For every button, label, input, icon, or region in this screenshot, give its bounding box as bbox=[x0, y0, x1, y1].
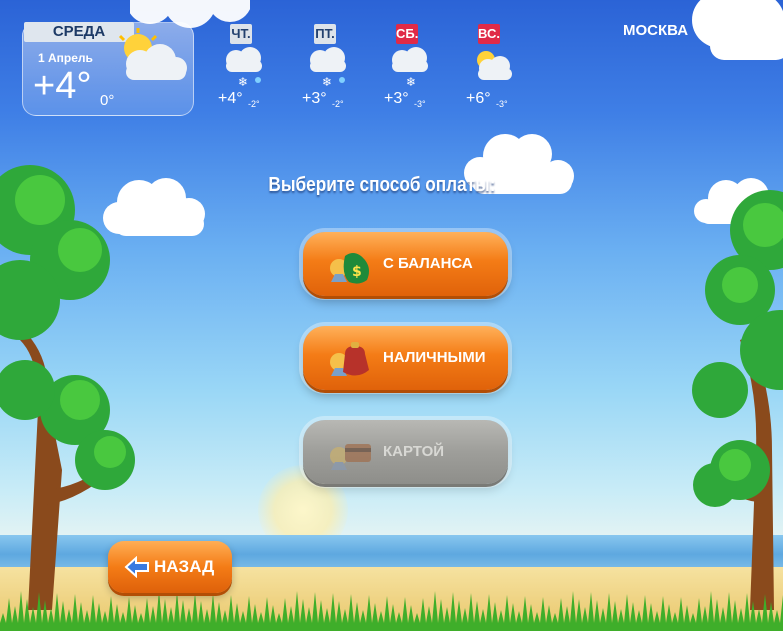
forecast-sun: ВС. +6° -3° bbox=[466, 24, 528, 109]
payment-screen: СРЕДА 1 Апрель +4° 0° ЧТ. ❄ +4° -2° ПТ. … bbox=[0, 0, 783, 631]
cloud-top-right bbox=[692, 0, 783, 60]
pay-cash-button[interactable]: НАЛИЧНЫМИ bbox=[303, 326, 508, 390]
forecast-sat: СБ. ❄ +3° -3° bbox=[384, 24, 446, 109]
back-button[interactable]: НАЗАД bbox=[108, 541, 232, 593]
snow-cloud-icon: ❄ bbox=[392, 47, 428, 89]
pay-cash-label: НАЛИЧНЫМИ bbox=[383, 349, 486, 366]
tree-right bbox=[692, 190, 783, 610]
pay-card-button: КАРТОЙ bbox=[303, 420, 508, 484]
forecast-temp-high: +3° bbox=[384, 90, 409, 107]
sun-cloud-icon bbox=[118, 28, 187, 80]
forecast-day-label: ВС. bbox=[478, 24, 500, 44]
back-button-label: НАЗАД bbox=[154, 557, 215, 576]
forecast-temp-high: +3° bbox=[302, 90, 327, 107]
forecast-thu: ЧТ. ❄ +4° -2° bbox=[218, 24, 280, 109]
arrow-left-icon bbox=[124, 556, 149, 578]
credit-card-icon bbox=[330, 444, 371, 470]
pay-from-balance-label: С БАЛАНСА bbox=[383, 255, 473, 272]
forecast-day-label: СБ. bbox=[396, 24, 418, 44]
today-temp-low: 0° bbox=[100, 92, 115, 109]
forecast-temp-high: +6° bbox=[466, 90, 491, 107]
forecast-fri: ПТ. ❄ +3° -2° bbox=[302, 24, 364, 109]
snow-cloud-icon: ❄ bbox=[226, 47, 262, 89]
snow-cloud-icon: ❄ bbox=[310, 47, 346, 89]
coin-purse-icon bbox=[330, 342, 369, 376]
pay-card-label: КАРТОЙ bbox=[383, 443, 445, 460]
forecast-temp-low: -3° bbox=[414, 99, 426, 109]
forecast-day-label: ПТ. bbox=[314, 24, 336, 44]
sun-cloud-icon bbox=[477, 51, 512, 80]
svg-text:❄: ❄ bbox=[406, 75, 416, 89]
forecast-day-label: ЧТ. bbox=[230, 24, 252, 44]
svg-text:❄: ❄ bbox=[322, 75, 332, 89]
today-temp-high: +4° bbox=[33, 65, 92, 107]
forecast-temp-low: -2° bbox=[248, 99, 260, 109]
money-bag-icon: $ bbox=[330, 253, 369, 284]
forecast-temp-low: -3° bbox=[496, 99, 508, 109]
svg-text:$: $ bbox=[352, 264, 362, 280]
forecast-temp-high: +4° bbox=[218, 90, 243, 107]
svg-text:❄: ❄ bbox=[238, 75, 248, 89]
city-name: МОСКВА bbox=[623, 22, 689, 39]
page-title: Выберите способ оплаты: bbox=[268, 174, 496, 196]
forecast-temp-low: -2° bbox=[332, 99, 344, 109]
today-date: 1 Апрель bbox=[38, 51, 93, 65]
grass bbox=[0, 591, 783, 631]
pay-from-balance-button[interactable]: $ С БАЛАНСА bbox=[303, 232, 508, 296]
